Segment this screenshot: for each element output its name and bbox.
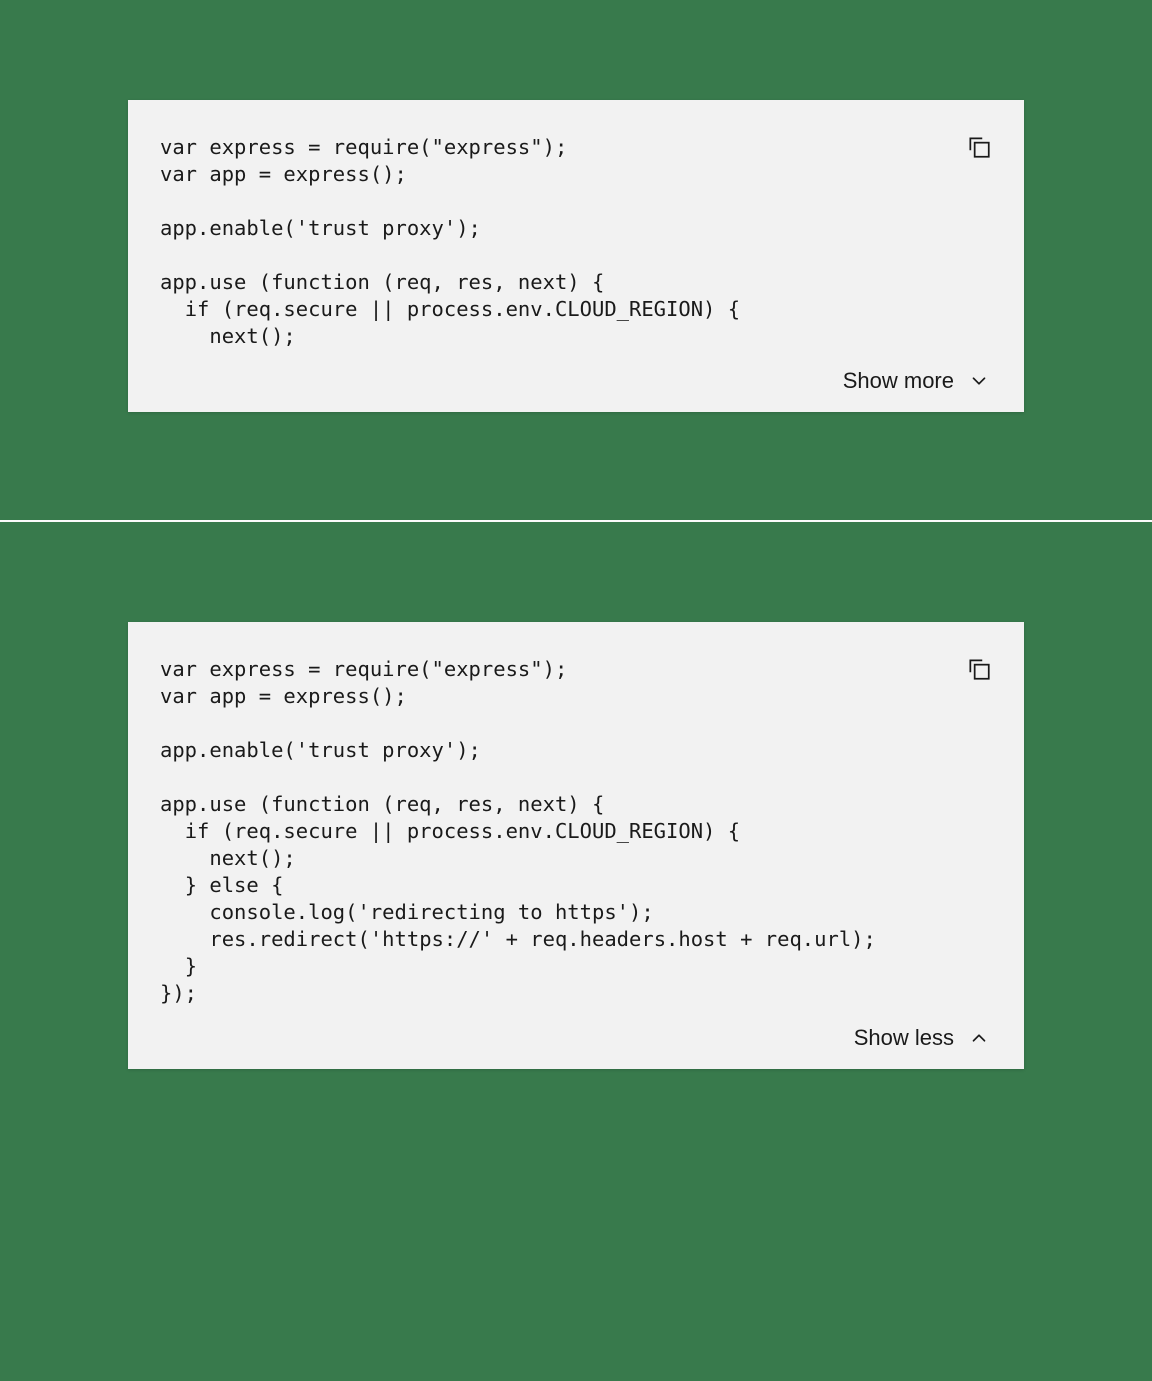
toggle-label: Show more xyxy=(843,368,954,394)
copy-button[interactable] xyxy=(964,654,994,684)
copy-button[interactable] xyxy=(964,132,994,162)
panel-expanded: var express = require("express"); var ap… xyxy=(0,522,1152,1269)
chevron-down-icon xyxy=(968,370,990,392)
code-snippet-card: var express = require("express"); var ap… xyxy=(128,622,1024,1069)
code-content: var express = require("express"); var ap… xyxy=(160,134,992,350)
toggle-label: Show less xyxy=(854,1025,954,1051)
show-more-toggle[interactable]: Show more xyxy=(160,368,992,394)
copy-icon xyxy=(966,656,992,682)
show-less-toggle[interactable]: Show less xyxy=(160,1025,992,1051)
code-snippet-card: var express = require("express"); var ap… xyxy=(128,100,1024,412)
code-content: var express = require("express"); var ap… xyxy=(160,656,992,1007)
copy-icon xyxy=(966,134,992,160)
chevron-up-icon xyxy=(968,1027,990,1049)
panel-collapsed: var express = require("express"); var ap… xyxy=(0,0,1152,520)
